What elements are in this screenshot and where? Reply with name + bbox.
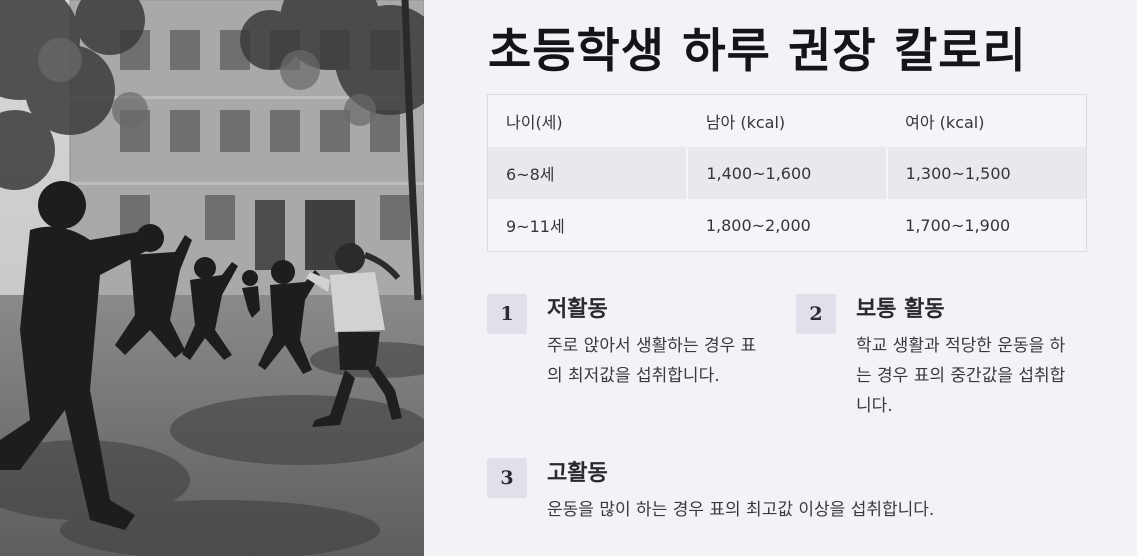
table-cell-boys: 1,400~1,600 <box>686 147 887 199</box>
number-badge: 1 <box>487 294 527 334</box>
activity-description: 주로 앉아서 생활하는 경우 표의 최저값을 섭취합니다. <box>547 336 757 386</box>
table-cell-girls: 1,300~1,500 <box>885 147 1086 199</box>
schoolyard-photo <box>0 0 424 556</box>
slide: 초등학생 하루 권장 칼로리 나이(세) 남아 (kcal) 여아 (kcal)… <box>0 0 1137 556</box>
table-cell-girls: 1,700~1,900 <box>886 199 1086 251</box>
calorie-table: 나이(세) 남아 (kcal) 여아 (kcal) 6~8세 1,400~1,6… <box>487 94 1087 252</box>
table-cell-boys: 1,800~2,000 <box>686 199 887 251</box>
activity-description: 운동을 많이 하는 경우 표의 최고값 이상을 섭취합니다. <box>547 500 935 520</box>
activity-card-low: 1 저활동 주로 앉아서 생활하는 경우 표의 최저값을 섭취합니다. <box>487 294 777 394</box>
number-badge: 3 <box>487 458 527 498</box>
activity-title: 저활동 <box>547 297 608 322</box>
page-title: 초등학생 하루 권장 칼로리 <box>488 24 1027 79</box>
activity-title: 고활동 <box>547 461 608 486</box>
activity-title: 보통 활동 <box>856 297 945 322</box>
activity-card-high: 3 고활동 운동을 많이 하는 경우 표의 최고값 이상을 섭취합니다. <box>487 458 1107 538</box>
number-badge: 2 <box>796 294 836 334</box>
table-row: 9~11세 1,800~2,000 1,700~1,900 <box>488 199 1086 251</box>
table-row: 6~8세 1,400~1,600 1,300~1,500 <box>488 147 1086 199</box>
column-header-girls: 여아 (kcal) <box>886 95 1086 147</box>
table-header-row: 나이(세) 남아 (kcal) 여아 (kcal) <box>488 95 1086 147</box>
activity-description: 학교 생활과 적당한 운동을 하는 경우 표의 중간값을 섭취합니다. <box>856 336 1066 416</box>
table-cell-age: 9~11세 <box>506 217 565 236</box>
activity-card-moderate: 2 보통 활동 학교 생활과 적당한 운동을 하는 경우 표의 중간값을 섭취합… <box>796 294 1096 424</box>
table-cell-age: 6~8세 <box>488 147 688 199</box>
column-header-age: 나이(세) <box>506 113 563 132</box>
column-header-boys: 남아 (kcal) <box>686 95 887 147</box>
